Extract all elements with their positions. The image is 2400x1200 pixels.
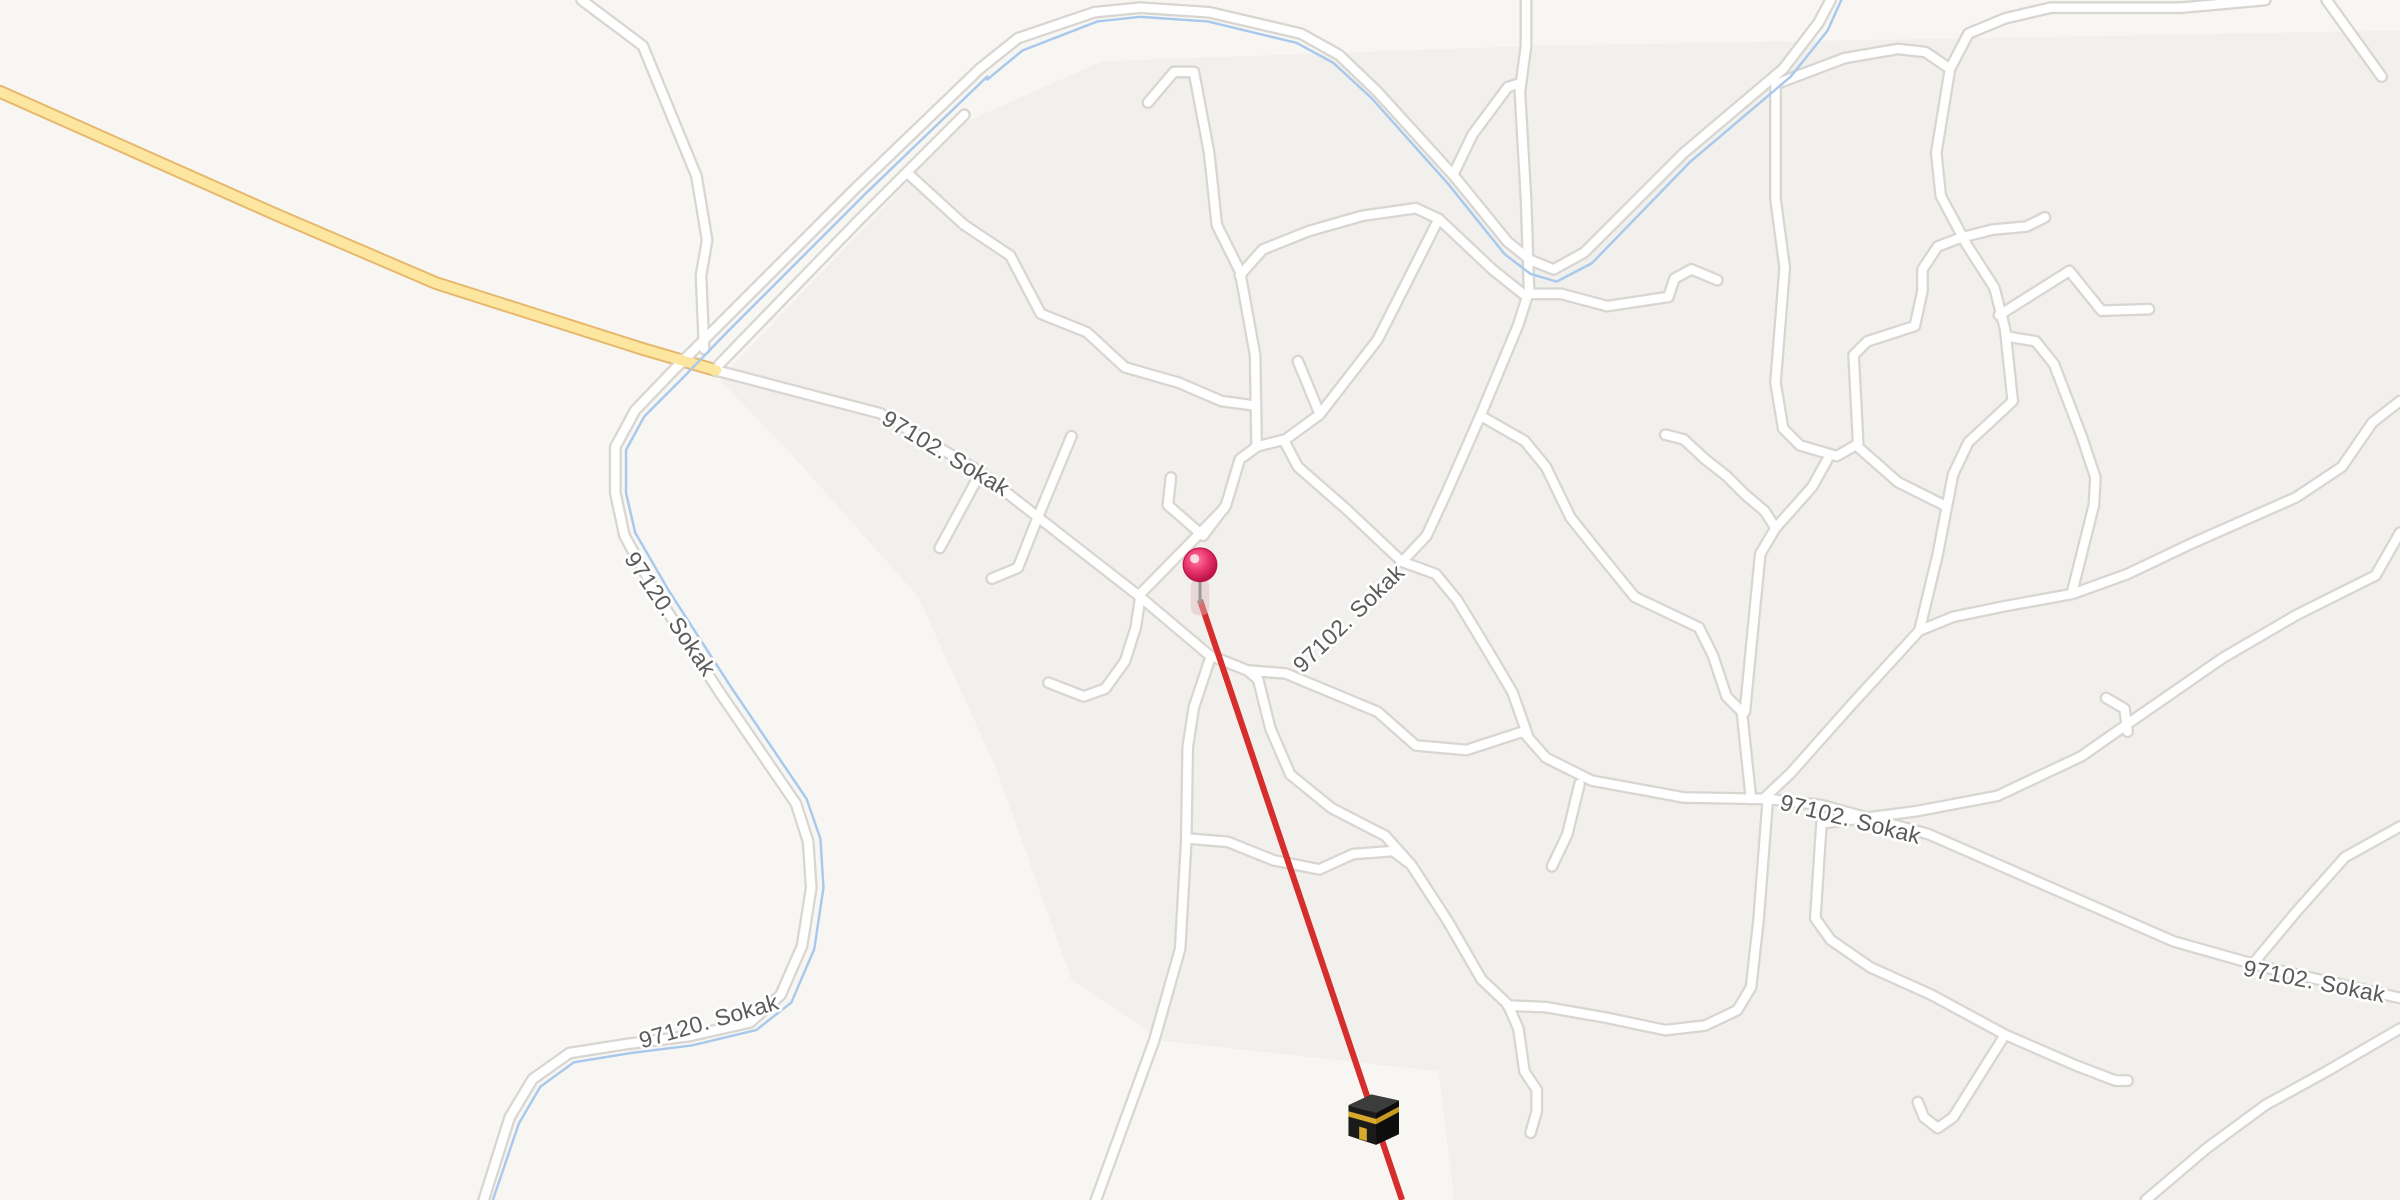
kaaba-icon [1348,1094,1399,1145]
map-canvas[interactable]: 97102. Sokak 97102. Sokak 97102. Sokak 9… [0,0,2400,1200]
map-view[interactable]: 97102. Sokak 97102. Sokak 97102. Sokak 9… [0,0,2400,1200]
pin-head [1182,547,1218,583]
kaaba-door [1359,1126,1367,1142]
pin-highlight [1190,554,1200,564]
